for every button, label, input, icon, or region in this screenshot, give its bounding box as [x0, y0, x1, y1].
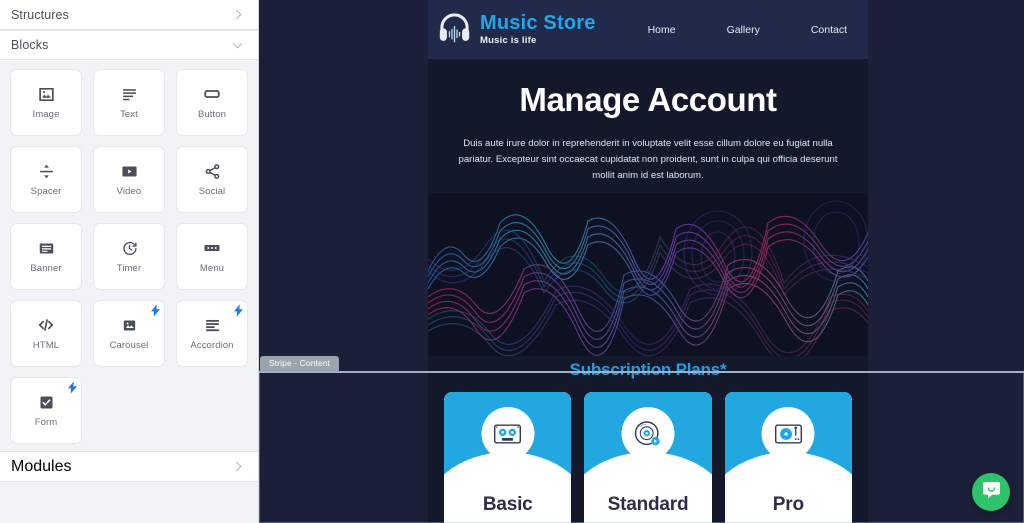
block-tile-video[interactable]: Video [93, 146, 165, 213]
headphones-waveform-icon [436, 9, 473, 51]
selection-top-line [259, 371, 1024, 373]
hero-heading: Manage Account [519, 81, 777, 118]
nav-link-gallery[interactable]: Gallery [727, 24, 760, 36]
chat-bubble-smile-icon [981, 479, 1002, 505]
plan-card-basic[interactable]: Basic $ [444, 392, 572, 523]
site-header: Music Store Music is life Home Gallery C… [428, 0, 868, 59]
plans-title: Subscription Plans* [569, 360, 727, 380]
block-tile-timer[interactable]: Timer [93, 223, 165, 290]
code-icon [37, 316, 55, 334]
accordion-icon [204, 317, 221, 334]
block-tile-social[interactable]: Social [176, 146, 248, 213]
block-tile-text[interactable]: Text [93, 69, 165, 136]
block-tile-label: HTML [32, 340, 60, 351]
sidebar-section-label: Structures [11, 7, 69, 22]
plan-card-pro[interactable]: Pro $ [724, 392, 852, 523]
compact-disc-icon [621, 407, 675, 461]
chevron-right-icon [231, 8, 244, 21]
editor-canvas[interactable]: Music Store Music is life Home Gallery C… [259, 0, 1024, 523]
hero-body-text: Duis aute irure dolor in reprehenderit i… [458, 138, 838, 182]
block-tile-banner[interactable]: Banner [10, 223, 82, 290]
blocks-grid: Image Text Button Spacer Video Social Ba… [0, 60, 258, 444]
social-share-icon [204, 163, 221, 180]
chat-launcher-button[interactable] [972, 473, 1010, 511]
plan-name: Pro [772, 494, 804, 516]
block-tile-label: Accordion [190, 339, 234, 351]
block-tile-label: Banner [30, 262, 62, 274]
block-tile-carousel[interactable]: Carousel [93, 300, 165, 367]
app-root: Structures Blocks Image Text Button Spac… [0, 0, 1024, 523]
site-logo[interactable]: Music Store Music is life [436, 9, 596, 51]
pro-bolt-icon [151, 304, 160, 317]
site-nav: Home Gallery Contact [648, 24, 847, 36]
audio-waveform-graphic [428, 193, 868, 357]
video-icon [121, 163, 138, 180]
email-preview-page: Music Store Music is life Home Gallery C… [428, 0, 868, 523]
block-tile-accordion[interactable]: Accordion [176, 300, 248, 367]
block-tile-form[interactable]: Form [10, 377, 82, 444]
block-tile-image[interactable]: Image [10, 69, 82, 136]
timer-icon [121, 240, 138, 257]
sidebar-filler [0, 482, 258, 523]
plan-name: Basic [482, 494, 533, 516]
carousel-icon [121, 317, 138, 334]
logo-tagline: Music is life [480, 35, 537, 47]
plan-card-standard[interactable]: Standard $ [584, 392, 712, 523]
turntable-icon [761, 407, 815, 461]
chevron-down-icon [231, 39, 244, 52]
block-tile-html[interactable]: HTML [10, 300, 82, 367]
cassette-tape-icon [481, 407, 535, 461]
block-tile-label: Video [116, 185, 142, 197]
sidebar-section-modules[interactable]: Modules [0, 451, 258, 482]
sidebar-section-label: Modules [11, 457, 72, 475]
hero-section[interactable]: Manage Account Duis aute irure dolor in … [428, 59, 868, 357]
block-tile-label: Button [197, 109, 227, 120]
block-tile-label: Image [32, 108, 60, 120]
block-tile-label: Spacer [30, 185, 62, 197]
text-icon [121, 86, 138, 103]
block-tile-button[interactable]: Button [176, 69, 248, 136]
nav-link-contact[interactable]: Contact [811, 24, 847, 36]
sidebar-section-structures[interactable]: Structures [0, 0, 258, 30]
block-tile-label: Timer [116, 262, 142, 274]
blocks-sidebar: Structures Blocks Image Text Button Spac… [0, 0, 259, 523]
sidebar-section-blocks[interactable]: Blocks [0, 30, 258, 60]
chevron-right-icon [231, 460, 244, 473]
spacer-icon [38, 163, 55, 180]
block-tile-label: Social [198, 185, 226, 197]
block-tile-menu[interactable]: Menu [176, 223, 248, 290]
pro-bolt-icon [68, 381, 77, 394]
pro-bolt-icon [234, 304, 243, 317]
nav-link-home[interactable]: Home [648, 24, 676, 36]
form-checkbox-icon [38, 394, 55, 411]
modules-section: Modules [0, 451, 258, 523]
button-icon [203, 85, 221, 103]
image-icon [38, 86, 55, 103]
block-tile-label: Text [120, 108, 138, 120]
menu-icon [203, 239, 221, 257]
plan-name: Standard [607, 494, 689, 516]
block-tile-label: Carousel [109, 339, 149, 351]
banner-icon [38, 240, 55, 257]
logo-title: Music Store [480, 12, 596, 35]
sidebar-section-label: Blocks [11, 38, 49, 52]
block-tile-spacer[interactable]: Spacer [10, 146, 82, 213]
plan-cards: Basic $ [428, 380, 868, 523]
block-tile-label: Menu [199, 263, 225, 274]
selection-badge[interactable]: Stripe - Content [260, 356, 340, 371]
block-tile-label: Form [34, 416, 58, 428]
